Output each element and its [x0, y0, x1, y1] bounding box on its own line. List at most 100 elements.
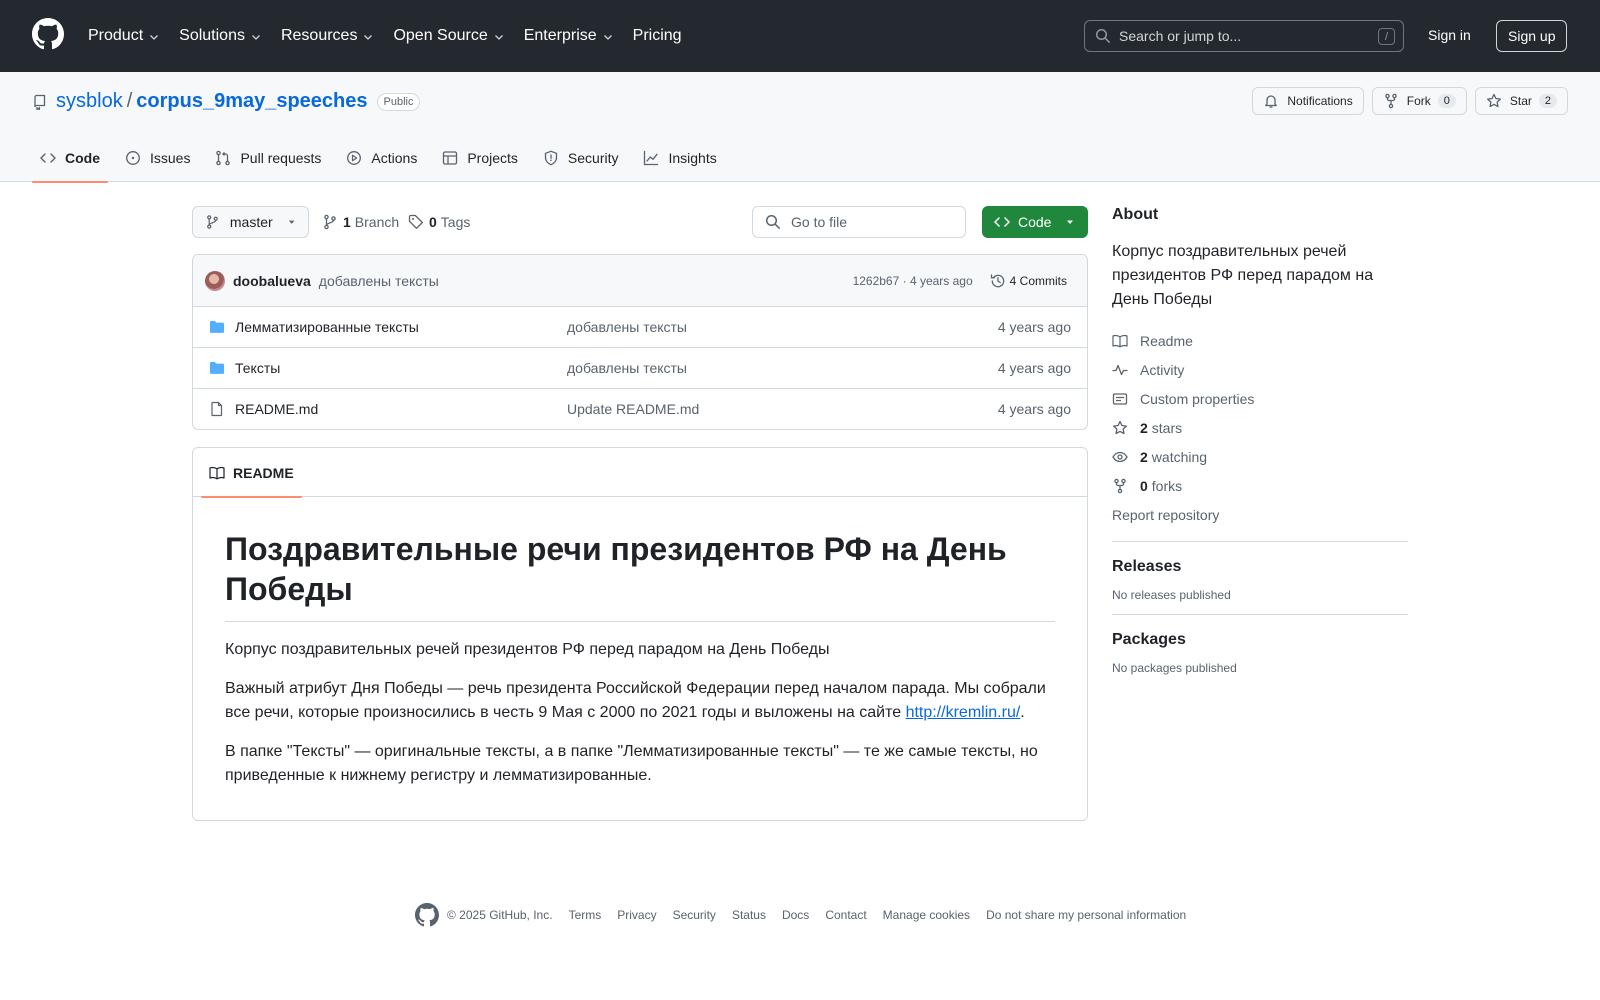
repo-sidebar: About Корпус поздравительных речей прези…: [1112, 206, 1408, 675]
github-logo-icon[interactable]: [32, 18, 64, 50]
caret-down-icon: [1067, 220, 1074, 224]
packages-empty-text: No packages published: [1112, 661, 1237, 675]
sign-in-link[interactable]: Sign in: [1428, 27, 1471, 43]
branches-link[interactable]: 1 Branch: [322, 206, 399, 238]
chevron-down-icon: [494, 35, 503, 40]
tab-insights[interactable]: Insights: [635, 134, 724, 182]
readme-paragraph: Важный атрибут Дня Победы — речь президе…: [225, 677, 1055, 725]
readme-panel: README Поздравительные речи президентов …: [192, 447, 1088, 821]
tab-issues[interactable]: Issues: [117, 134, 198, 182]
releases-heading[interactable]: Releases: [1112, 558, 1408, 576]
footer-link-terms[interactable]: Terms: [569, 908, 602, 922]
shield-icon: [544, 150, 558, 166]
chevron-down-icon: [364, 35, 373, 40]
stars-link[interactable]: 2 stars: [1112, 413, 1408, 442]
tag-label: Tags: [440, 214, 471, 230]
nav-pricing[interactable]: Pricing: [633, 27, 682, 45]
commit-hash-time[interactable]: 1262b67 · 4 years ago: [853, 274, 973, 288]
fork-button[interactable]: Fork 0: [1371, 87, 1467, 115]
commit-author-link[interactable]: doobalueva: [233, 273, 311, 289]
search-icon: [765, 214, 780, 229]
fork-label: Fork: [1406, 94, 1431, 108]
footer-link-privacy[interactable]: Privacy: [617, 908, 656, 922]
avatar[interactable]: [205, 270, 225, 291]
star-button[interactable]: Star 2: [1474, 87, 1568, 115]
file-name-link[interactable]: README.md: [235, 401, 318, 417]
chevron-down-icon: [603, 35, 612, 40]
branch-select-button[interactable]: master: [192, 206, 309, 238]
tab-security-label: Security: [567, 150, 619, 166]
footer-link-security[interactable]: Security: [673, 908, 716, 922]
watching-link[interactable]: 2 watching: [1112, 442, 1408, 471]
repo-owner-link[interactable]: sysblok: [56, 90, 123, 113]
nav-open-source-label: Open Source: [393, 27, 488, 44]
file-commit-message[interactable]: добавлены тексты: [567, 319, 687, 335]
activity-link[interactable]: Activity: [1112, 355, 1408, 384]
nav-enterprise[interactable]: Enterprise: [524, 27, 614, 45]
nav-solutions-label: Solutions: [179, 27, 245, 44]
nav-open-source[interactable]: Open Source: [393, 27, 504, 45]
eye-icon: [1112, 451, 1128, 462]
repo-name-link[interactable]: corpus_9may_speeches: [136, 90, 367, 113]
commit-message-link[interactable]: добавлены тексты: [319, 273, 439, 289]
readme-title: Поздравительные речи президентов РФ на Д…: [225, 529, 1055, 622]
nav-product[interactable]: Product: [88, 27, 160, 45]
go-to-file-input[interactable]: Go to file: [752, 206, 966, 238]
forks-link[interactable]: 0 forks: [1112, 471, 1408, 500]
readme-paragraph: Корпус поздравительных речей президентов…: [225, 641, 830, 658]
sign-up-button[interactable]: Sign up: [1496, 20, 1568, 52]
repo-title: sysblok / corpus_9may_speeches Public: [32, 90, 421, 113]
footer-link-docs[interactable]: Docs: [782, 908, 809, 922]
packages-heading[interactable]: Packages: [1112, 631, 1408, 649]
file-commit-message[interactable]: добавлены тексты: [567, 360, 687, 376]
table-icon: [443, 151, 458, 165]
table-row[interactable]: Лемматизированные тексты добавлены текст…: [193, 307, 1087, 348]
kremlin-link[interactable]: http://kremlin.ru/: [906, 704, 1021, 721]
footer-link-status[interactable]: Status: [732, 908, 766, 922]
tab-projects[interactable]: Projects: [434, 134, 526, 182]
forks-count: 0: [1140, 477, 1148, 494]
star-count: 2: [1538, 94, 1557, 108]
commits-link[interactable]: 4 Commits: [1010, 274, 1067, 288]
latest-commit-bar: doobalueva добавлены тексты 1262b67 · 4 …: [193, 255, 1087, 307]
releases-empty-text: No releases published: [1112, 588, 1231, 602]
footer-link-do-not-share[interactable]: Do not share my personal information: [986, 908, 1186, 922]
tab-actions-label: Actions: [371, 150, 418, 166]
sidebar-divider: [1112, 614, 1408, 615]
tags-link[interactable]: 0 Tags: [408, 206, 470, 238]
readme-link[interactable]: Readme: [1112, 326, 1408, 355]
notifications-label: Notifications: [1287, 94, 1353, 108]
notifications-button[interactable]: Notifications: [1252, 87, 1364, 115]
table-row[interactable]: Тексты добавлены тексты 4 years ago: [193, 348, 1087, 389]
file-commit-message[interactable]: Update README.md: [567, 401, 699, 417]
book-icon: [1112, 334, 1128, 347]
code-download-button[interactable]: Code: [982, 206, 1088, 238]
nav-resources[interactable]: Resources: [281, 27, 374, 45]
tab-pull-requests[interactable]: Pull requests: [207, 134, 329, 182]
footer-link-contact[interactable]: Contact: [825, 908, 866, 922]
nav-solutions[interactable]: Solutions: [179, 27, 262, 45]
file-commit-date: 4 years ago: [997, 319, 1071, 335]
report-repository-link[interactable]: Report repository: [1112, 500, 1408, 529]
repo-tabs: Code Issues Pull requests Actions Projec…: [32, 134, 734, 183]
repo-path-separator: /: [126, 90, 133, 112]
global-header: Product Solutions Resources Open Source …: [0, 0, 1600, 72]
global-search-input[interactable]: Search or jump to... /: [1084, 20, 1404, 52]
footer-link-manage-cookies[interactable]: Manage cookies: [883, 908, 970, 922]
file-name-link[interactable]: Лемматизированные тексты: [235, 319, 419, 335]
sidebar-divider: [1112, 541, 1408, 542]
site-footer: © 2025 GitHub, Inc. Terms Privacy Securi…: [415, 903, 1202, 927]
file-name-link[interactable]: Тексты: [235, 360, 280, 376]
github-logo-icon[interactable]: [415, 903, 439, 927]
tab-actions[interactable]: Actions: [338, 134, 425, 182]
branch-icon: [324, 214, 336, 230]
file-commit-date: 4 years ago: [997, 360, 1071, 376]
tab-security[interactable]: Security: [535, 134, 627, 182]
go-to-file-placeholder: Go to file: [791, 214, 848, 230]
tab-code[interactable]: Code: [32, 134, 108, 183]
table-row[interactable]: README.md Update README.md 4 years ago: [193, 389, 1087, 429]
commit-meta: 1262b67 · 4 years ago 4 Commits: [853, 255, 1067, 307]
tab-readme[interactable]: README: [201, 448, 302, 498]
watching-count: 2: [1140, 448, 1148, 465]
custom-properties-link[interactable]: Custom properties: [1112, 384, 1408, 413]
